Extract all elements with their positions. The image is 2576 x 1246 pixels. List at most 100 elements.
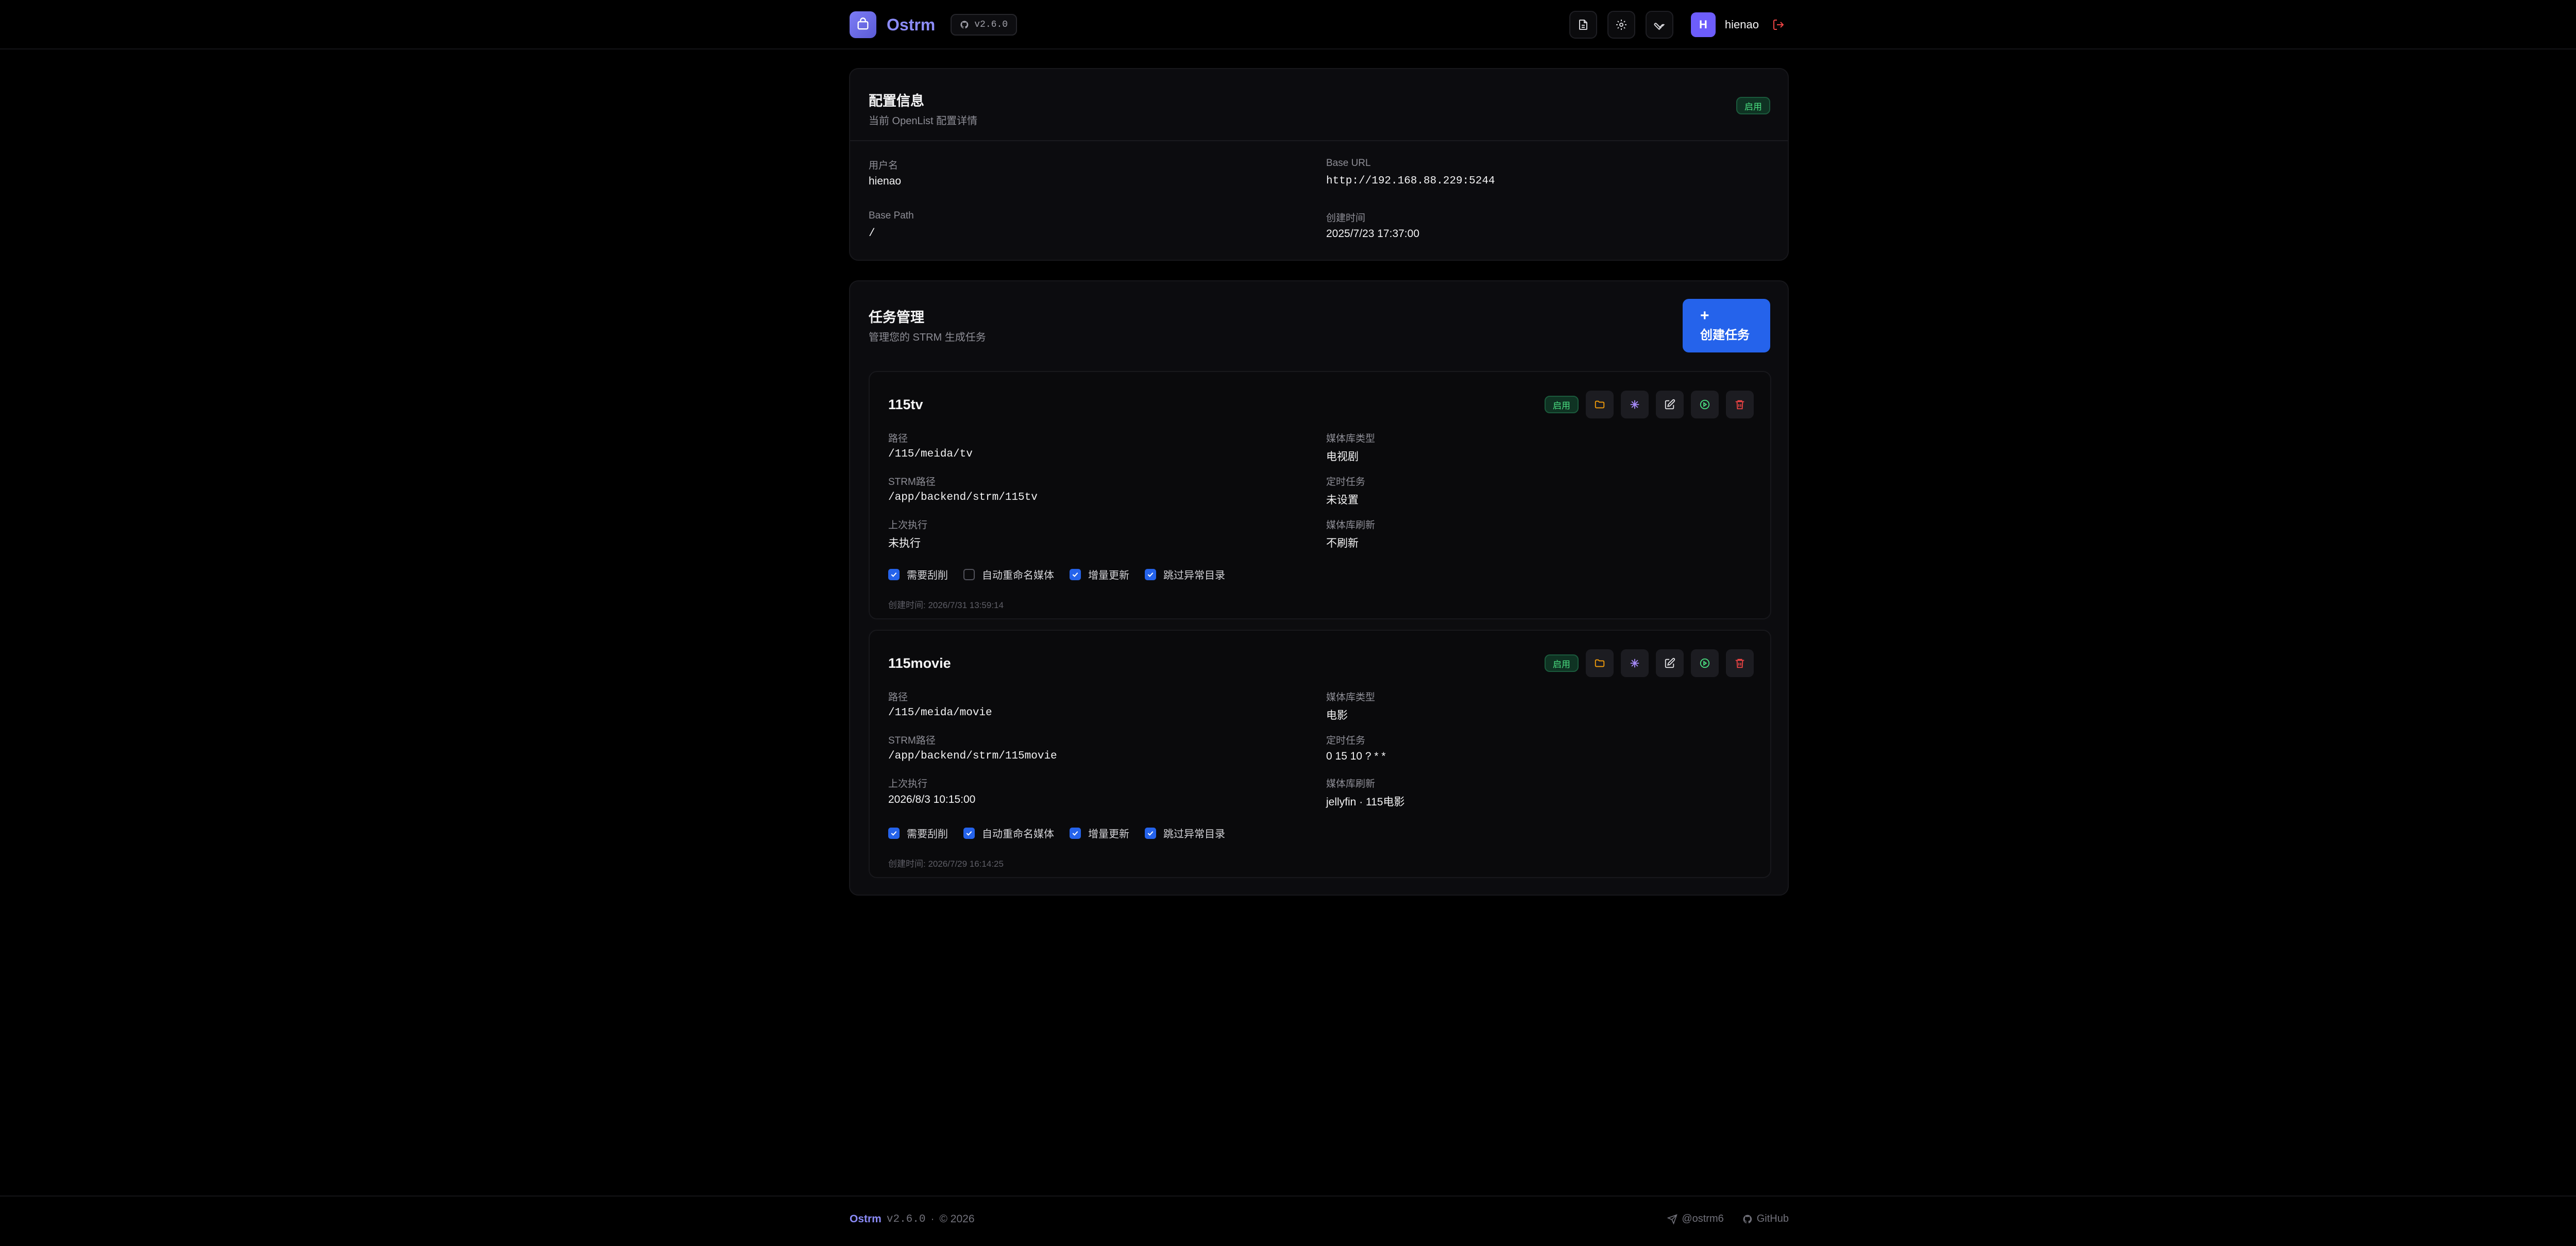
edit-icon <box>1665 399 1675 410</box>
brand[interactable]: Ostrm v2.6.0 <box>850 11 1018 38</box>
media-type-label: 媒体库类型 <box>1326 433 1376 444</box>
config-title: 配置信息 <box>869 93 924 109</box>
create-task-button[interactable]: + 创建任务 <box>1683 299 1770 352</box>
base-url-value: http://192.168.88.229:5244 <box>1326 175 1495 187</box>
last-run-label: 上次执行 <box>888 779 928 789</box>
settings-button[interactable] <box>1607 11 1635 39</box>
tasks-subtitle: 管理您的 STRM 生成任务 <box>869 332 986 343</box>
logout-icon <box>1773 20 1784 30</box>
folder-icon <box>1595 659 1605 667</box>
task-card-115tv: 115tv 启用 路径 /115/meida/tv STRM路径 /app/ba… <box>869 371 1771 619</box>
app-logo-icon <box>850 11 876 38</box>
schedule-label: 定时任务 <box>1326 735 1366 746</box>
send-icon <box>1667 1214 1678 1224</box>
github-link[interactable]: GitHub <box>1742 1213 1789 1225</box>
option-scrape[interactable]: 需要刮削 <box>888 826 948 840</box>
base-path-label: Base Path <box>869 210 914 221</box>
footer-version: v2.6.0 <box>886 1213 926 1225</box>
edit-task-button[interactable] <box>1656 391 1684 418</box>
logs-button[interactable] <box>1569 11 1597 39</box>
user-menu[interactable]: H hienao <box>1690 12 1789 37</box>
last-run-value: 未执行 <box>888 537 921 549</box>
option-label: 增量更新 <box>1088 570 1129 581</box>
checkbox-checked-icon <box>1145 827 1156 839</box>
scrape-button[interactable] <box>1621 391 1649 418</box>
config-card: 配置信息 当前 OpenList 配置详情 启用 用户名 hienao Base… <box>849 68 1789 261</box>
last-run-label: 上次执行 <box>888 520 928 531</box>
logout-button[interactable] <box>1768 14 1789 35</box>
checkbox-checked-icon <box>888 568 900 580</box>
footer-info: Ostrm v2.6.0 · © 2026 <box>850 1213 975 1225</box>
tools-button[interactable] <box>1645 11 1673 39</box>
footer-links: @ostrm6 GitHub <box>1667 1213 1789 1225</box>
task-options: 需要刮削 自动重命名媒体 增量更新 跳过异常目录 <box>888 567 1241 582</box>
scrape-button[interactable] <box>1621 649 1649 677</box>
option-label: 自动重命名媒体 <box>982 570 1054 581</box>
run-task-button[interactable] <box>1691 391 1719 418</box>
delete-task-button[interactable] <box>1726 649 1754 677</box>
base-url-label: Base URL <box>1326 158 1371 169</box>
folder-icon <box>1595 400 1605 409</box>
task-created-time: 创建时间: 2026/7/31 13:59:14 <box>888 600 1004 610</box>
run-task-button[interactable] <box>1691 649 1719 677</box>
task-name: 115tv <box>888 397 923 412</box>
trash-icon <box>1735 400 1744 410</box>
option-incremental[interactable]: 增量更新 <box>1070 826 1129 840</box>
created-time-label: 创建时间 <box>1326 213 1366 224</box>
task-actions: 启用 <box>1545 649 1754 677</box>
option-skip-errors[interactable]: 跳过异常目录 <box>1145 826 1225 840</box>
play-circle-icon <box>1700 399 1710 410</box>
last-run-value: 2026/8/3 10:15:00 <box>888 794 976 805</box>
version-chip[interactable]: v2.6.0 <box>951 14 1018 36</box>
path-value: /115/meida/tv <box>888 448 973 460</box>
checkbox-checked-icon <box>963 827 975 839</box>
status-badge: 启用 <box>1545 396 1579 413</box>
strm-path-label: STRM路径 <box>888 477 936 487</box>
option-incremental[interactable]: 增量更新 <box>1070 567 1129 582</box>
checkbox-unchecked-icon <box>963 568 975 580</box>
option-skip-errors[interactable]: 跳过异常目录 <box>1145 567 1225 582</box>
checkbox-checked-icon <box>1070 568 1081 580</box>
created-time-value: 2025/7/23 17:37:00 <box>1326 228 1420 240</box>
checkbox-checked-icon <box>1145 568 1156 580</box>
tasks-card: 任务管理 管理您的 STRM 生成任务 + 创建任务 115tv 启用 路径 /… <box>849 280 1789 896</box>
path-value: /115/meida/movie <box>888 707 992 719</box>
delete-task-button[interactable] <box>1726 391 1754 418</box>
option-label: 跳过异常目录 <box>1163 829 1225 840</box>
checkbox-checked-icon <box>1070 827 1081 839</box>
divider <box>850 140 1788 141</box>
tasks-title: 任务管理 <box>869 310 924 325</box>
create-task-label: 创建任务 <box>1700 328 1750 342</box>
username-label: 用户名 <box>869 160 899 171</box>
option-label: 自动重命名媒体 <box>982 829 1054 840</box>
sparkle-icon <box>1630 400 1639 409</box>
telegram-link[interactable]: @ostrm6 <box>1667 1213 1724 1225</box>
config-subtitle: 当前 OpenList 配置详情 <box>869 115 978 127</box>
library-refresh-value: 不刷新 <box>1326 537 1359 549</box>
library-refresh-label: 媒体库刷新 <box>1326 779 1376 789</box>
github-icon <box>960 21 969 29</box>
github-label: GitHub <box>1756 1213 1789 1224</box>
trash-icon <box>1735 659 1744 668</box>
user-name: hienao <box>1724 18 1759 31</box>
browse-folder-button[interactable] <box>1586 391 1614 418</box>
telegram-label: @ostrm6 <box>1682 1213 1724 1224</box>
header-actions: H hienao <box>1569 11 1789 39</box>
wrench-icon <box>1654 23 1665 30</box>
footer-brand[interactable]: Ostrm <box>850 1213 882 1225</box>
browse-folder-button[interactable] <box>1586 649 1614 677</box>
strm-path-label: STRM路径 <box>888 735 936 746</box>
task-card-115movie: 115movie 启用 路径 /115/meida/movie STRM路径 /… <box>869 630 1771 878</box>
edit-task-button[interactable] <box>1656 649 1684 677</box>
option-auto-rename[interactable]: 自动重命名媒体 <box>963 567 1054 582</box>
edit-icon <box>1665 658 1675 668</box>
avatar: H <box>1690 12 1716 37</box>
task-created-time: 创建时间: 2026/7/29 16:14:25 <box>888 859 1004 869</box>
option-scrape[interactable]: 需要刮削 <box>888 567 948 582</box>
task-options: 需要刮削 自动重命名媒体 增量更新 跳过异常目录 <box>888 826 1241 840</box>
app-name: Ostrm <box>887 15 936 34</box>
library-refresh-value: jellyfin · 115电影 <box>1326 796 1405 808</box>
option-auto-rename[interactable]: 自动重命名媒体 <box>963 826 1054 840</box>
schedule-value: 未设置 <box>1326 494 1359 506</box>
status-badge: 启用 <box>1545 654 1579 672</box>
